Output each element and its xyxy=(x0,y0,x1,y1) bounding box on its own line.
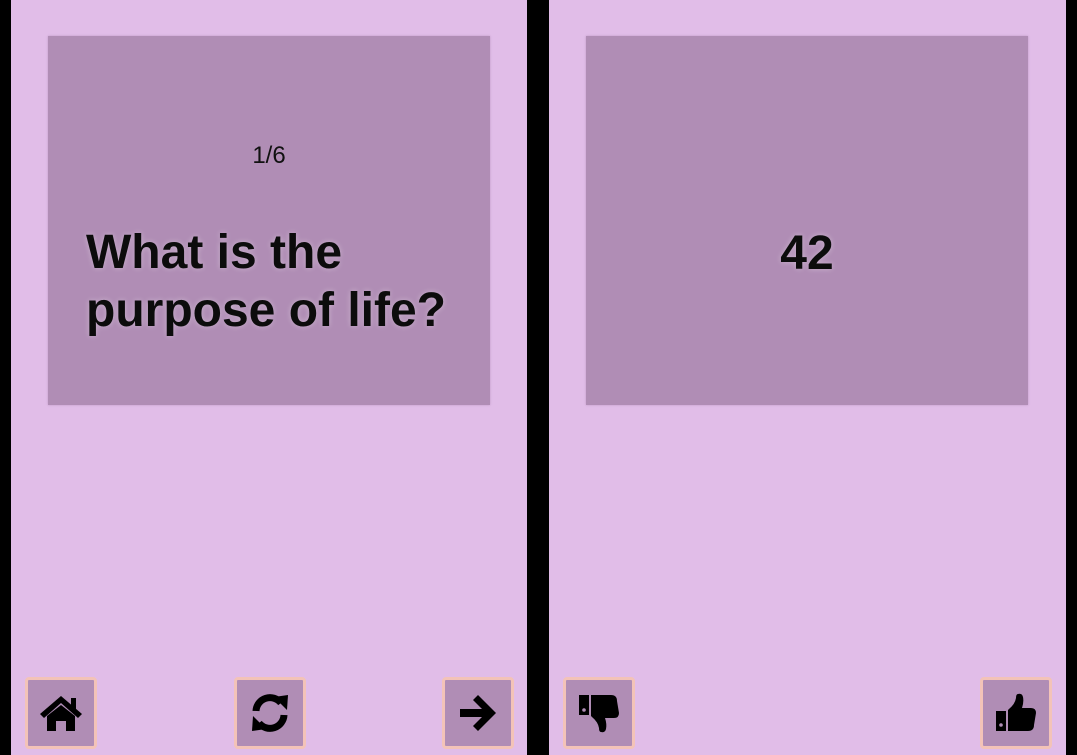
question-text: What is the purpose of life? xyxy=(86,226,446,337)
flashcard-app: 1/6 What is the purpose of life? 42 xyxy=(0,0,1077,755)
refresh-icon xyxy=(252,694,288,732)
thumbs-down-icon xyxy=(579,695,619,733)
dislike-button[interactable] xyxy=(563,677,635,749)
like-button[interactable] xyxy=(980,677,1052,749)
question-card[interactable]: 1/6 What is the purpose of life? xyxy=(48,36,490,405)
answer-card[interactable]: 42 xyxy=(586,36,1028,405)
answer-text: 42 xyxy=(780,227,834,280)
arrow-right-icon xyxy=(460,695,496,731)
thumbs-up-icon xyxy=(996,693,1036,731)
next-button[interactable] xyxy=(442,677,514,749)
refresh-button[interactable] xyxy=(234,677,306,749)
card-counter: 1/6 xyxy=(252,142,286,169)
home-button[interactable] xyxy=(25,677,97,749)
question-screen: 1/6 What is the purpose of life? xyxy=(11,0,527,755)
answer-screen: 42 xyxy=(549,0,1066,755)
home-icon xyxy=(40,696,82,731)
